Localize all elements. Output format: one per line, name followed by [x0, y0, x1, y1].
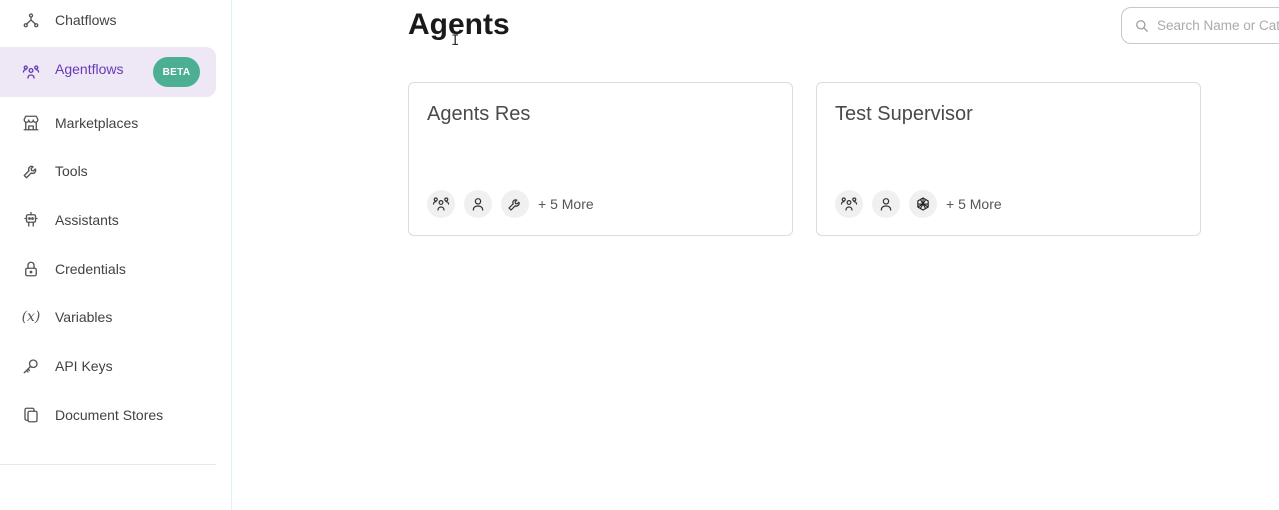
agent-card-agents-res[interactable]: Agents Res + 5 More: [408, 82, 793, 236]
more-nodes-label: + 5 More: [538, 196, 594, 212]
sidebar-item-api-keys[interactable]: API Keys: [0, 346, 216, 386]
sidebar-item-label: Assistants: [55, 212, 119, 228]
marketplace-icon: [21, 113, 41, 133]
sidebar-item-agentflows[interactable]: Agentflows BETA: [0, 47, 216, 97]
text-cursor-icon: I: [451, 33, 460, 49]
sidebar-item-label: Agentflows: [55, 61, 124, 77]
agentflows-icon: [21, 62, 41, 82]
user-icon: [464, 190, 492, 218]
files-icon: [21, 405, 41, 425]
sidebar: Chatflows Agentflows BETA Marketplaces T…: [0, 0, 232, 510]
sidebar-item-marketplaces[interactable]: Marketplaces: [0, 103, 216, 143]
robot-icon: [21, 210, 41, 230]
search-input[interactable]: [1157, 8, 1279, 43]
sidebar-item-assistants[interactable]: Assistants: [0, 200, 216, 240]
key-icon: [21, 356, 41, 376]
card-title: Agents Res: [427, 103, 531, 125]
sidebar-item-document-stores[interactable]: Document Stores: [0, 395, 216, 435]
users-icon: [835, 190, 863, 218]
agent-card-test-supervisor[interactable]: Test Supervisor + 5 More: [816, 82, 1201, 236]
sidebar-item-label: Chatflows: [55, 12, 117, 28]
openai-icon: [909, 190, 937, 218]
sidebar-item-label: Tools: [55, 163, 88, 179]
user-icon: [872, 190, 900, 218]
sidebar-item-credentials[interactable]: Credentials: [0, 249, 216, 289]
sidebar-item-label: Marketplaces: [55, 115, 139, 131]
sidebar-divider: [0, 464, 216, 465]
card-title: Test Supervisor: [835, 103, 973, 125]
lock-icon: [21, 259, 41, 279]
users-icon: [427, 190, 455, 218]
sidebar-item-chatflows[interactable]: Chatflows: [0, 0, 216, 40]
search-box[interactable]: [1121, 7, 1279, 44]
sidebar-item-label: Credentials: [55, 261, 126, 277]
variable-icon: (x): [21, 309, 41, 325]
search-icon: [1136, 20, 1148, 32]
card-node-icons: + 5 More: [427, 190, 594, 218]
chatflows-icon: [21, 10, 41, 30]
tool-icon: [21, 161, 41, 181]
beta-badge: BETA: [153, 57, 200, 87]
sidebar-item-label: Variables: [55, 309, 113, 325]
more-nodes-label: + 5 More: [946, 196, 1002, 212]
sidebar-item-label: Document Stores: [55, 407, 164, 423]
sidebar-item-label: API Keys: [55, 358, 113, 374]
card-node-icons: + 5 More: [835, 190, 1002, 218]
sidebar-item-tools[interactable]: Tools: [0, 151, 216, 191]
sidebar-item-variables[interactable]: (x) Variables: [0, 297, 216, 337]
tool-icon: [501, 190, 529, 218]
